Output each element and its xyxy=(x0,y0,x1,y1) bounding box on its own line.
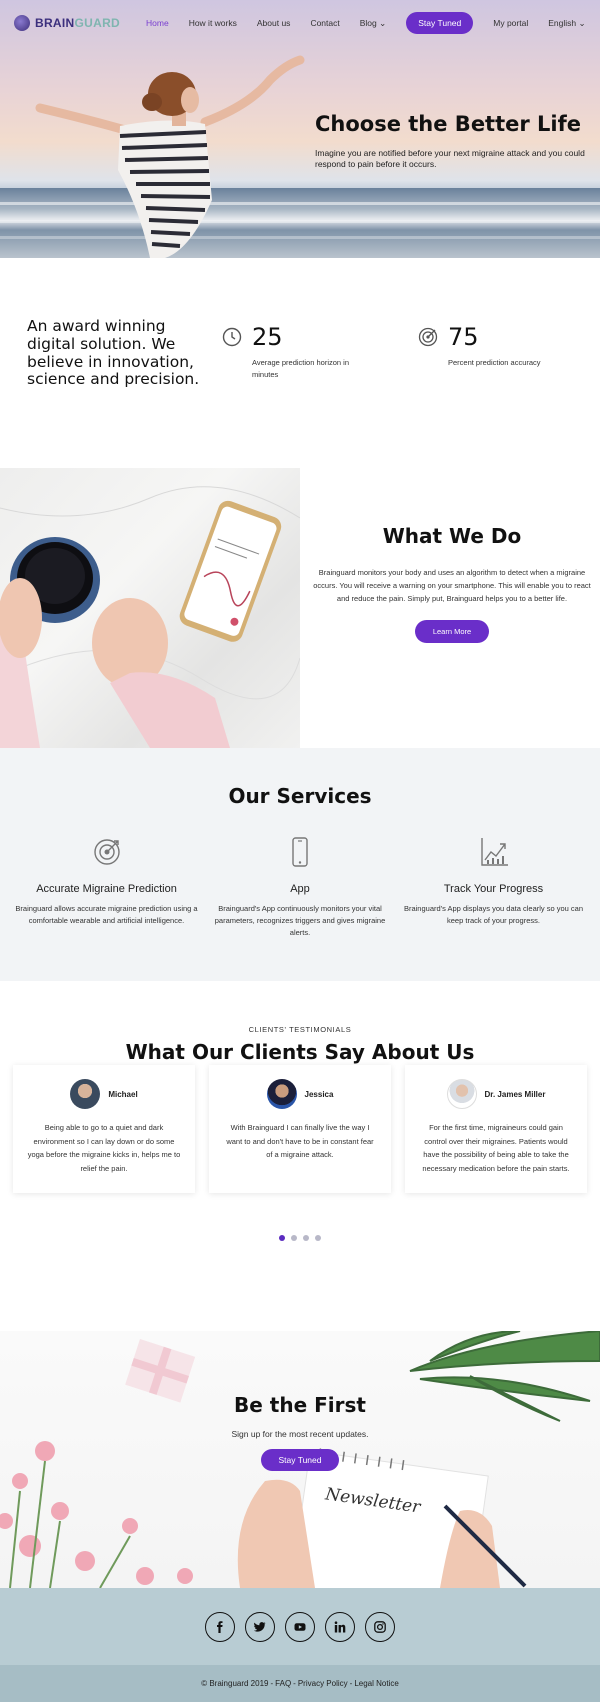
facebook-icon[interactable] xyxy=(205,1611,235,1642)
hero-woman-image xyxy=(35,55,305,258)
privacy-policy-link[interactable]: Privacy Policy xyxy=(298,1679,348,1688)
legal-notice-link[interactable]: Legal Notice xyxy=(354,1679,398,1688)
service-item: Track Your Progress Brainguard's App dis… xyxy=(401,836,586,939)
testimonial-name: Michael xyxy=(108,1089,138,1099)
signup-section: Newsletter Be the First Sign up for the … xyxy=(0,1331,600,1588)
stat-value: 75 xyxy=(448,323,479,351)
instagram-icon[interactable] xyxy=(365,1611,395,1642)
hero-subtitle: Imagine you are notified before your nex… xyxy=(315,148,585,170)
carousel-dot[interactable] xyxy=(279,1235,285,1241)
testimonials-eyebrow: CLIENTS' TESTIMONIALS xyxy=(248,1025,352,1034)
nav-contact[interactable]: Contact xyxy=(310,18,339,28)
hero-copy: Choose the Better Life Imagine you are n… xyxy=(315,112,585,171)
stat-value: 25 xyxy=(252,323,283,351)
services-title: Our Services xyxy=(228,784,372,808)
stay-tuned-button[interactable]: Stay Tuned xyxy=(261,1449,339,1471)
service-title: Track Your Progress xyxy=(443,883,544,895)
footer-separator: - xyxy=(293,1679,296,1688)
stats-tagline: An award winning digital solution. We be… xyxy=(27,317,200,389)
testimonial-cards: Michael Being able to go to a quiet and … xyxy=(13,1065,587,1193)
youtube-icon[interactable] xyxy=(285,1611,315,1642)
service-text: Brainguard's App displays you data clear… xyxy=(403,904,584,925)
nav-my-portal[interactable]: My portal xyxy=(493,18,528,28)
linkedin-icon[interactable] xyxy=(325,1611,355,1642)
testimonial-name: Dr. James Miller xyxy=(484,1089,546,1099)
nav-blog[interactable]: Blog ⌄ xyxy=(360,18,387,29)
testimonial-card: Jessica With Brainguard I can finally li… xyxy=(209,1065,391,1193)
service-title: Accurate Migraine Prediction xyxy=(36,883,177,895)
top-navigation: BRAINGUARD Home How it works About us Co… xyxy=(0,0,600,46)
brain-logo-icon xyxy=(14,15,30,31)
stat-prediction-horizon: 25 Average prediction horizon in minutes xyxy=(222,325,372,380)
testimonial-card: Michael Being able to go to a quiet and … xyxy=(13,1065,195,1193)
coffee-and-phone-image xyxy=(0,468,300,748)
twitter-icon[interactable] xyxy=(245,1611,275,1642)
target-icon xyxy=(418,327,438,347)
what-we-do-title: What We Do xyxy=(382,524,522,548)
what-we-do-section: What We Do Brainguard monitors your body… xyxy=(0,468,600,748)
hero-title: Choose the Better Life xyxy=(315,112,582,136)
services-section: Our Services Accurate Migraine Predictio… xyxy=(0,748,600,981)
hero-section: BRAINGUARD Home How it works About us Co… xyxy=(0,0,600,258)
smartphone-icon xyxy=(292,837,308,867)
carousel-dot[interactable] xyxy=(291,1235,297,1241)
service-text: Brainguard allows accurate migraine pred… xyxy=(15,904,198,925)
footer-separator: - xyxy=(270,1679,274,1688)
testimonials-title: What Our Clients Say About Us xyxy=(125,1040,475,1064)
signup-title: Be the First xyxy=(234,1393,366,1417)
stay-tuned-nav-button[interactable]: Stay Tuned xyxy=(406,12,474,34)
what-we-do-copy: What We Do Brainguard monitors your body… xyxy=(312,524,592,644)
carousel-dot[interactable] xyxy=(303,1235,309,1241)
signup-subtitle: Sign up for the most recent updates. xyxy=(231,1429,369,1439)
clock-icon xyxy=(222,327,242,347)
testimonial-name: Jessica xyxy=(304,1089,334,1099)
carousel-dot[interactable] xyxy=(315,1235,321,1241)
service-text: Brainguard's App continuously monitors y… xyxy=(214,904,386,937)
testimonial-quote: With Brainguard I can finally live the w… xyxy=(226,1123,374,1159)
testimonial-quote: For the first time, migraineurs could ga… xyxy=(422,1123,570,1173)
testimonials-section: CLIENTS' TESTIMONIALS What Our Clients S… xyxy=(0,981,600,1331)
testimonial-card: Dr. James Miller For the first time, mig… xyxy=(405,1065,587,1193)
nav-about-us[interactable]: About us xyxy=(257,18,291,28)
nav-blog-label: Blog xyxy=(359,17,377,28)
chevron-down-icon: ⌄ xyxy=(578,17,586,28)
nav-links: Home How it works About us Contact Blog … xyxy=(146,12,586,34)
avatar xyxy=(266,1079,297,1109)
service-title: App xyxy=(290,883,310,895)
stats-section: An award winning digital solution. We be… xyxy=(0,258,600,468)
signup-copy: Be the First Sign up for the most recent… xyxy=(0,1393,600,1471)
chart-icon xyxy=(480,838,508,866)
brand-name: BRAINGUARD xyxy=(35,16,120,30)
copyright-text: © Brainguard 2019 xyxy=(201,1679,269,1688)
social-links xyxy=(0,1588,600,1665)
faq-link[interactable]: FAQ xyxy=(275,1679,291,1688)
stat-label: Percent prediction accuracy xyxy=(448,358,541,367)
learn-more-button[interactable]: Learn More xyxy=(414,620,490,644)
stat-label: Average prediction horizon in minutes xyxy=(252,358,350,379)
footer-separator: - xyxy=(349,1679,353,1688)
services-list: Accurate Migraine Prediction Brainguard … xyxy=(0,836,600,939)
nav-home[interactable]: Home xyxy=(146,18,169,28)
stat-prediction-accuracy: 75 Percent prediction accuracy xyxy=(418,325,568,369)
chevron-down-icon: ⌄ xyxy=(379,17,387,28)
service-item: Accurate Migraine Prediction Brainguard … xyxy=(14,836,199,939)
target-icon xyxy=(93,839,120,865)
service-item: App Brainguard's App continuously monito… xyxy=(208,836,393,939)
language-selector[interactable]: English ⌄ xyxy=(548,18,585,29)
language-label: English xyxy=(548,17,577,28)
avatar xyxy=(446,1079,477,1109)
avatar xyxy=(70,1079,101,1109)
what-we-do-text: Brainguard monitors your body and uses a… xyxy=(313,568,591,604)
nav-how-it-works[interactable]: How it works xyxy=(189,18,237,28)
footer: © Brainguard 2019 - FAQ - Privacy Policy… xyxy=(0,1665,600,1702)
testimonial-quote: Being able to go to a quiet and dark env… xyxy=(27,1123,181,1173)
brand-logo[interactable]: BRAINGUARD xyxy=(14,15,120,31)
carousel-dots xyxy=(0,1235,600,1241)
